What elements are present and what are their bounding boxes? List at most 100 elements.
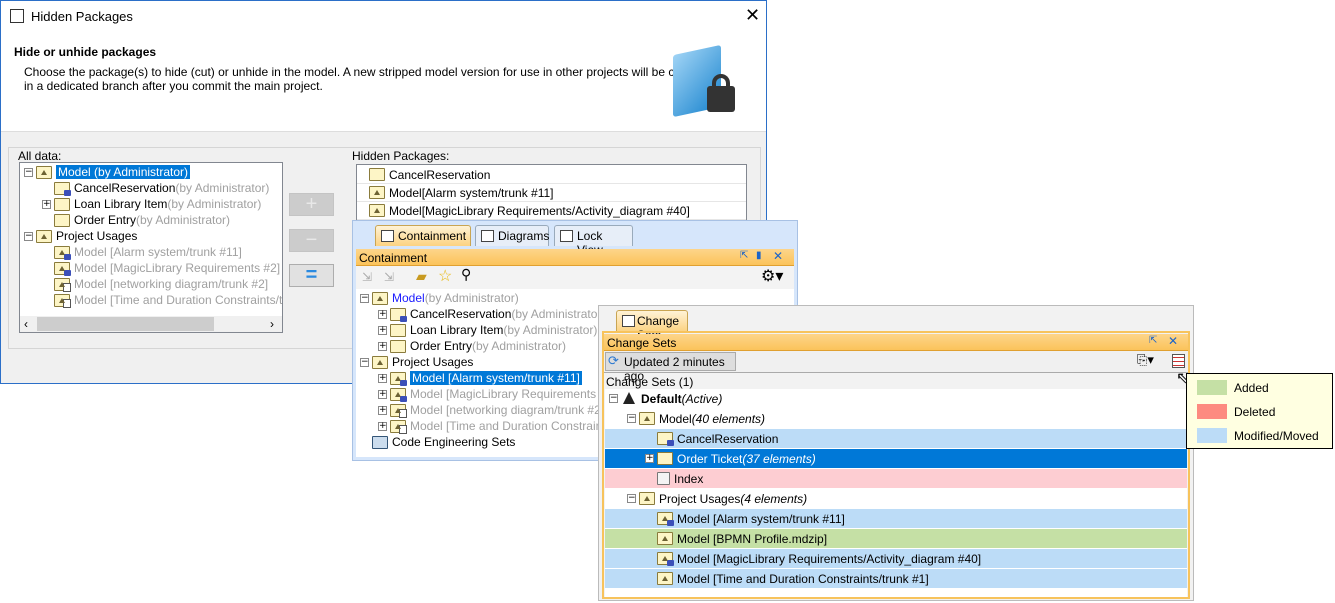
tree-item-label: Model [Time and Duration Constraints/tru… xyxy=(677,571,929,586)
all-data-label: All data: xyxy=(18,149,62,163)
doc-icon xyxy=(657,472,670,485)
expand-icon[interactable]: + xyxy=(378,389,387,399)
collapse-icon[interactable]: − xyxy=(360,293,369,303)
collapse-icon[interactable]: − xyxy=(609,394,618,403)
expand-icon[interactable]: + xyxy=(42,199,51,209)
tree-item[interactable]: Model [MagicLibrary Requirements/Activit… xyxy=(605,549,1187,569)
close-icon[interactable]: ✕ xyxy=(1168,334,1178,348)
all-data-tree[interactable]: − Model (by Administrator) CancelReservati… xyxy=(19,162,283,333)
collapse-icon[interactable]: − xyxy=(24,167,33,177)
expand-icon[interactable]: + xyxy=(378,309,387,319)
change-sets-tree[interactable]: − Default (Active) − Model (40 elements) Can… xyxy=(605,389,1187,597)
tree-item[interactable]: CancelReservation (by Administrator) xyxy=(20,180,282,196)
diagrams-icon xyxy=(481,230,494,242)
compare-icon[interactable]: ⎘▾ xyxy=(1137,353,1154,368)
remove-button[interactable]: − xyxy=(289,229,334,252)
tab-containment[interactable]: Containment xyxy=(375,225,471,246)
expand-icon[interactable]: + xyxy=(378,421,387,431)
tree-item-label: Model xyxy=(659,411,692,426)
tree-item[interactable]: Order Entry (by Administrator) xyxy=(20,212,282,228)
tree-item[interactable]: Model [Time and Duration Constraints/tru… xyxy=(605,569,1187,589)
package-lock-icon xyxy=(657,512,674,526)
tree-item[interactable]: Model [networking diagram/trunk #2] xyxy=(20,276,282,292)
close-icon[interactable]: ✕ xyxy=(773,249,783,263)
tree-item[interactable]: − Model (by Administrator) xyxy=(20,164,282,180)
legend-deleted: Deleted xyxy=(1234,405,1276,419)
dialog-heading: Hide or unhide packages xyxy=(14,45,157,59)
tree-item[interactable]: − Model (by Administrator) xyxy=(356,290,794,306)
float-icon[interactable]: ⇱ xyxy=(1149,335,1157,346)
tree-item[interactable]: CancelReservation xyxy=(357,166,746,184)
hidden-packages-list[interactable]: CancelReservation Model [Alarm system/tru… xyxy=(356,164,747,224)
scroll-thumb[interactable] xyxy=(37,317,214,331)
tree-item-label: CancelReservation xyxy=(410,307,512,321)
tab-diagrams[interactable]: Diagrams xyxy=(475,225,549,246)
expand-icon[interactable]: + xyxy=(378,405,387,415)
star-icon[interactable]: ☆ xyxy=(438,266,452,286)
search-icon[interactable]: ⚲ xyxy=(461,267,471,283)
scroll-left-icon[interactable]: ‹ xyxy=(24,317,28,331)
expand-icon[interactable]: ⇲ xyxy=(384,270,394,284)
package-icon xyxy=(657,532,673,545)
dialog-header: Hide or unhide packages Choose the packa… xyxy=(1,32,766,132)
tree-item-suffix: (4 elements) xyxy=(740,491,808,506)
package-lock-icon xyxy=(390,387,407,402)
horizontal-scrollbar[interactable]: ‹ › xyxy=(20,316,282,332)
package-ref-icon xyxy=(390,419,407,434)
equal-button[interactable]: = xyxy=(289,264,334,287)
collapse-icon[interactable]: ⇲ xyxy=(362,270,372,284)
tree-item[interactable]: − Default (Active) xyxy=(605,389,1187,409)
tree-item-label: Code Engineering Sets xyxy=(392,435,516,449)
add-button[interactable]: + xyxy=(289,193,334,216)
scroll-right-icon[interactable]: › xyxy=(270,317,274,331)
tree-item-suffix: (by Administrator) xyxy=(424,291,519,305)
tree-item-label: Default xyxy=(641,391,682,406)
tree-item[interactable]: − Model (40 elements) xyxy=(605,409,1187,429)
expand-icon[interactable]: + xyxy=(378,325,387,335)
tree-item-label: Loan Library Item xyxy=(74,197,168,211)
tree-item[interactable]: − Project Usages xyxy=(20,228,282,244)
tree-item[interactable]: + Order Ticket (37 elements) xyxy=(605,449,1187,469)
tree-item-label: Model [networking diagram/trunk #2] xyxy=(74,277,269,291)
expand-icon[interactable]: + xyxy=(378,373,387,383)
float-icon[interactable]: ⇱ xyxy=(740,250,748,261)
tree-item[interactable]: CancelReservation xyxy=(605,429,1187,449)
legend-icon[interactable] xyxy=(1172,354,1185,368)
tree-item-label: Model [MagicLibrary Requirements #2] xyxy=(74,261,281,275)
tab-lock-view[interactable]: Lock View xyxy=(554,225,633,257)
tree-item[interactable]: − Project Usages (4 elements) xyxy=(605,489,1187,509)
deleted-swatch xyxy=(1197,404,1227,419)
dialog-description-1: Choose the package(s) to hide (cut) or u… xyxy=(24,65,709,79)
collapse-icon[interactable]: − xyxy=(360,357,369,367)
collapse-icon[interactable]: − xyxy=(627,494,636,503)
tree-item[interactable]: Model [Alarm system/trunk #11] xyxy=(20,244,282,260)
containment-header: Containment ⇱ ▮ ✕ xyxy=(356,249,794,266)
tree-item[interactable]: Model [BPMN Profile.mdzip] xyxy=(605,529,1187,549)
open-folder-icon[interactable]: ▰ xyxy=(416,268,427,285)
change-sets-window: Change Sets Change Sets ⇱ ✕ ⟳ Updated 2 … xyxy=(598,305,1194,601)
tree-item[interactable]: Index xyxy=(605,469,1187,489)
close-icon[interactable]: ✕ xyxy=(745,5,760,26)
expand-icon[interactable]: + xyxy=(378,341,387,351)
change-legend-tooltip: Added Deleted Modified/Moved xyxy=(1186,373,1333,449)
folder-icon xyxy=(369,168,385,181)
package-icon xyxy=(372,355,388,369)
tree-item[interactable]: Model [MagicLibrary Requirements/Activit… xyxy=(357,202,746,220)
tree-item[interactable]: Model [MagicLibrary Requirements #2] xyxy=(20,260,282,276)
pin-icon[interactable]: ▮ xyxy=(756,250,762,261)
gear-icon[interactable]: ⚙▾ xyxy=(761,266,783,285)
tree-item[interactable]: + Loan Library Item (by Administrator) xyxy=(20,196,282,212)
package-icon xyxy=(369,186,385,199)
tree-item-suffix: (by Administrator) xyxy=(175,181,270,195)
tree-item[interactable]: Model [Alarm system/trunk #11] xyxy=(605,509,1187,529)
tree-item[interactable]: Model [Alarm system/trunk #11] xyxy=(357,184,746,202)
expand-icon[interactable]: + xyxy=(645,454,654,463)
refresh-button[interactable]: ⟳ Updated 2 minutes ago xyxy=(605,352,736,383)
tree-item[interactable]: Model [Time and Duration Constraints/tru… xyxy=(20,292,282,308)
collapse-icon[interactable]: − xyxy=(24,231,33,241)
collapse-icon[interactable]: − xyxy=(627,414,636,423)
tree-item-label: Order Entry xyxy=(410,339,473,353)
tab-change-sets[interactable]: Change Sets xyxy=(616,310,688,342)
code-engineering-icon xyxy=(372,435,388,449)
hidden-packages-label: Hidden Packages: xyxy=(352,149,450,163)
